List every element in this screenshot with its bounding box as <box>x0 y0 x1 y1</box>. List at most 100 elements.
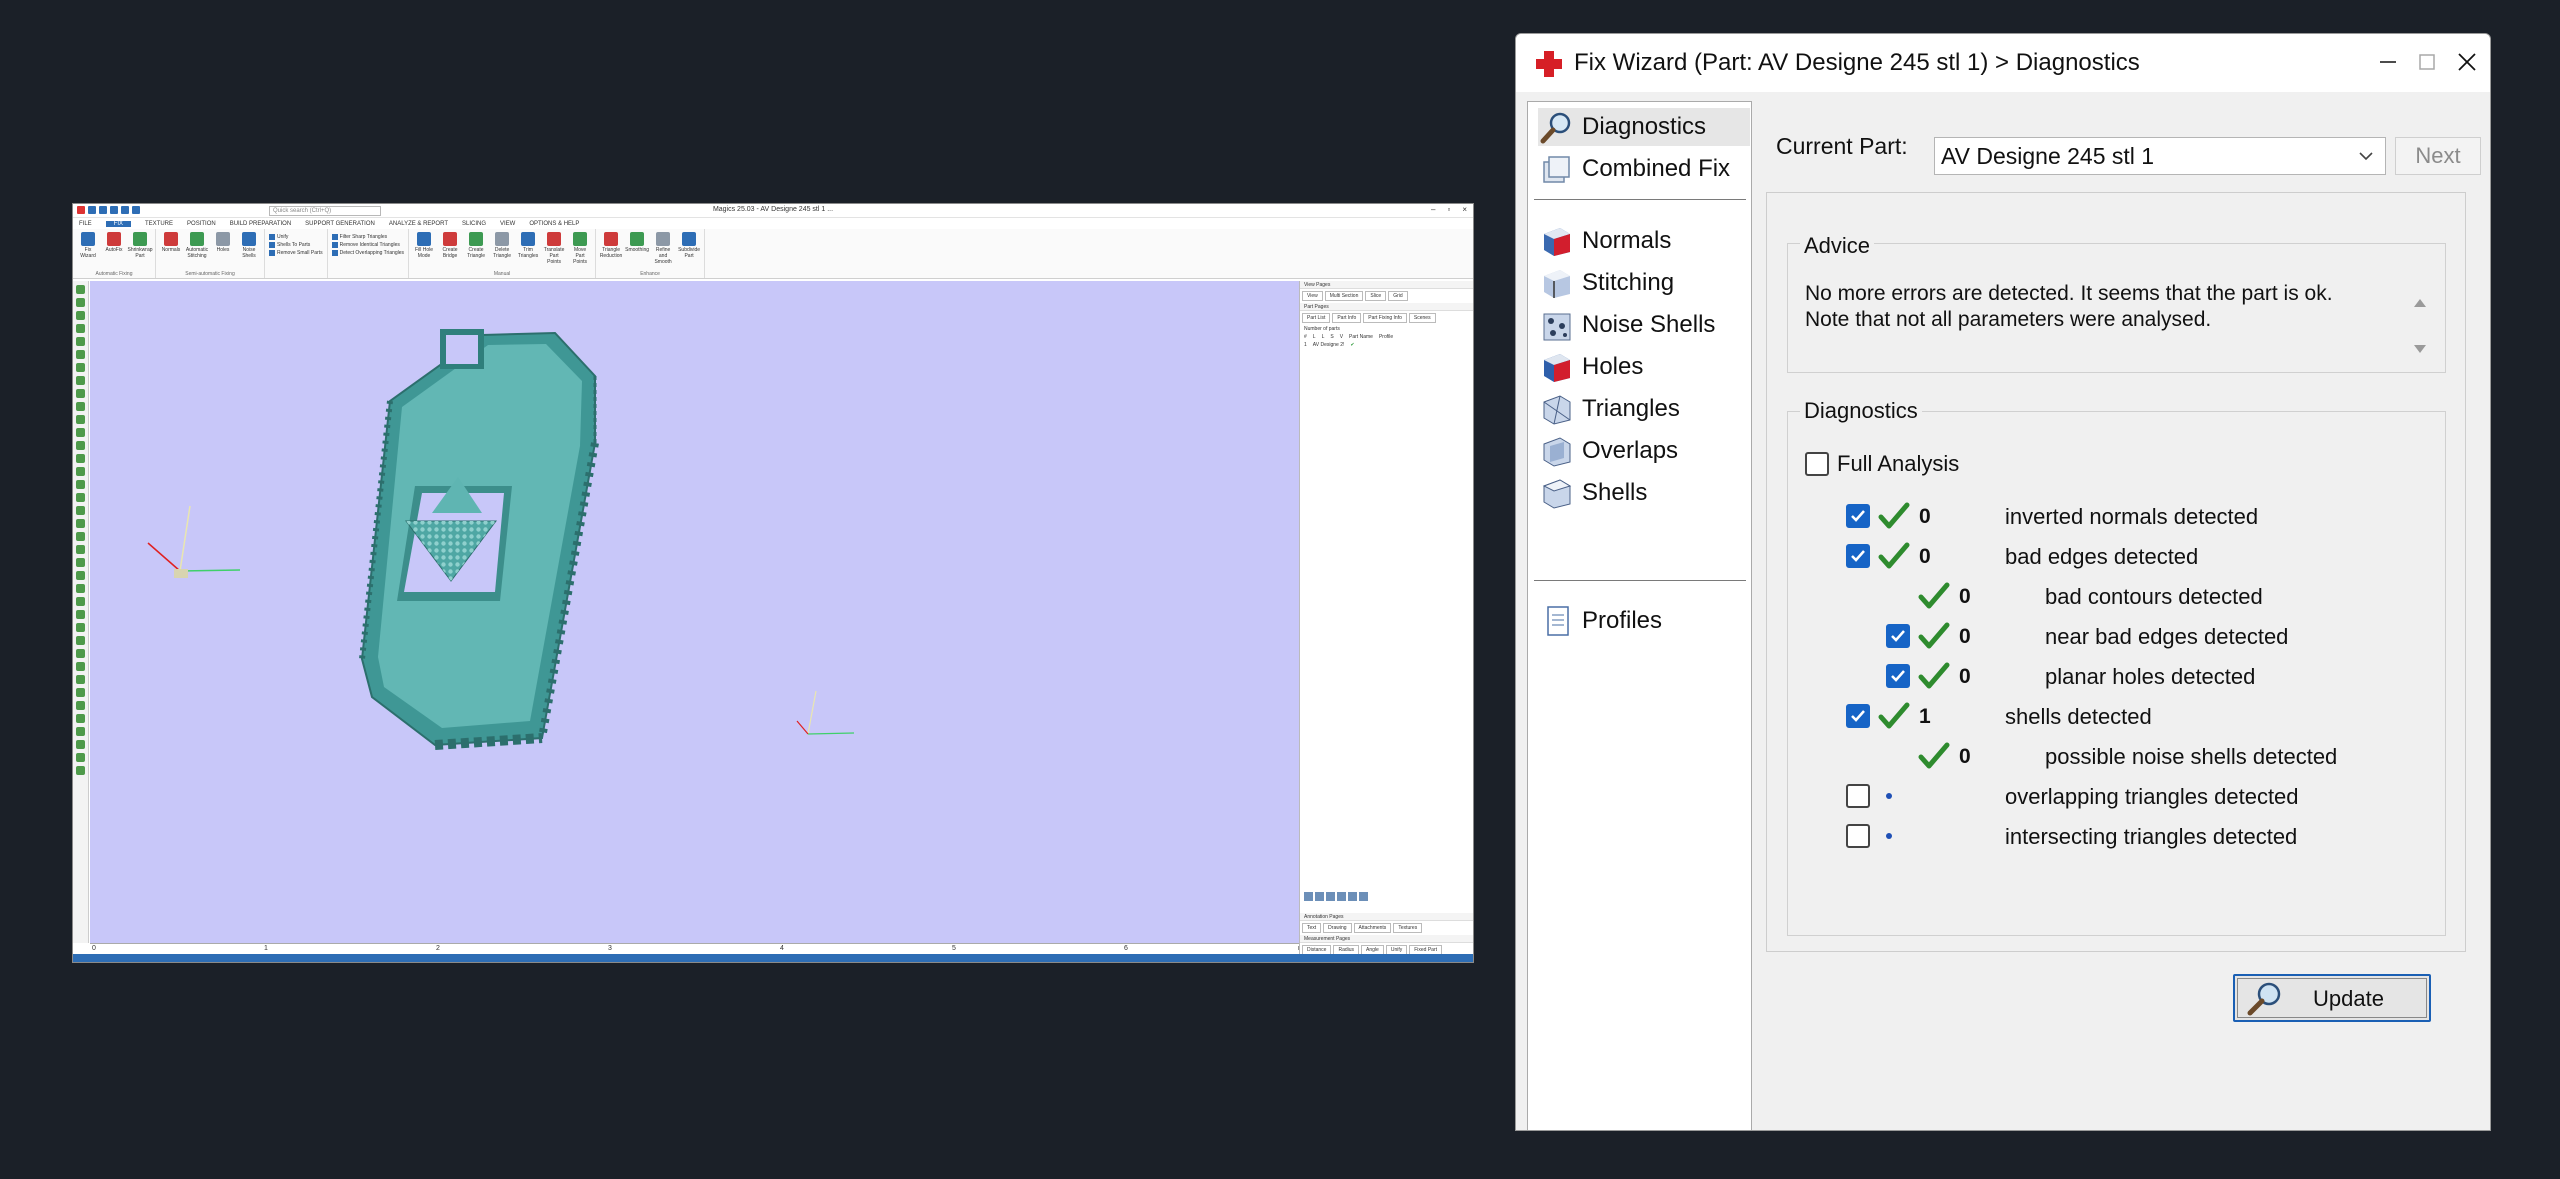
left-tool-icon[interactable] <box>76 623 85 632</box>
nav-item-normals[interactable]: Normals <box>1538 222 1750 260</box>
ribbon-tool[interactable]: Shrinkwrap Part <box>128 232 153 271</box>
panel-tab[interactable]: Multi Section <box>1324 291 1364 301</box>
ribbon-tool[interactable]: Refine and Smooth <box>652 232 674 271</box>
ribbon-tab[interactable]: VIEW <box>500 221 515 227</box>
panel-tab[interactable]: Grid <box>1388 291 1408 301</box>
left-tool-icon[interactable] <box>76 558 85 567</box>
panel-tab[interactable]: Text <box>1302 923 1322 933</box>
nav-item-combined-fix[interactable]: Combined Fix <box>1538 150 1750 188</box>
ribbon-small-tool[interactable]: Remove Identical Triangles <box>331 242 404 248</box>
column-header[interactable]: L <box>1313 334 1316 340</box>
ribbon-small-tool[interactable]: Remove Small Parts <box>269 250 323 256</box>
nav-item-triangles[interactable]: Triangles <box>1538 390 1750 428</box>
nav-item-noise-shells[interactable]: Noise Shells <box>1538 306 1750 344</box>
panel-tab[interactable]: Part Info <box>1332 313 1362 323</box>
left-tool-icon[interactable] <box>76 363 85 372</box>
left-tool-icon[interactable] <box>76 467 85 476</box>
left-tool-icon[interactable] <box>76 532 85 541</box>
left-tool-icon[interactable] <box>76 545 85 554</box>
column-header[interactable]: Profile <box>1379 334 1393 340</box>
maximize-button[interactable] <box>2407 44 2447 80</box>
left-tool-icon[interactable] <box>76 753 85 762</box>
ribbon-tab[interactable]: OPTIONS & HELP <box>529 221 579 227</box>
pendant-model[interactable] <box>359 329 599 750</box>
checkbox-icon[interactable] <box>1805 452 1829 476</box>
ribbon-small-tool[interactable]: Detect Overlapping Triangles <box>331 250 404 256</box>
ribbon-tab[interactable]: FILE <box>79 221 92 227</box>
panel-tool-icon[interactable] <box>1337 892 1346 901</box>
nav-item-diagnostics[interactable]: Diagnostics <box>1538 108 1750 146</box>
left-tool-icon[interactable] <box>76 350 85 359</box>
advice-scrollbar[interactable] <box>2407 279 2433 371</box>
ribbon-tool[interactable]: AutoFix <box>103 232 125 271</box>
left-tool-icon[interactable] <box>76 610 85 619</box>
annotation-pages-header[interactable]: Annotation Pages <box>1300 913 1473 921</box>
ribbon-tab[interactable]: ANALYZE & REPORT <box>389 221 448 227</box>
ribbon-tool[interactable]: Fill Hole Mode <box>413 232 435 271</box>
left-tool-icon[interactable] <box>76 389 85 398</box>
nav-item-profiles[interactable]: Profiles <box>1538 602 1750 640</box>
part-pages-header[interactable]: Part Pages <box>1300 303 1473 311</box>
left-tool-icon[interactable] <box>76 285 85 294</box>
3d-viewport[interactable] <box>90 281 1314 943</box>
checkbox-icon[interactable] <box>1846 504 1870 528</box>
ribbon-tool[interactable]: Subdivide Part <box>678 232 700 271</box>
left-tool-icon[interactable] <box>76 701 85 710</box>
left-tool-icon[interactable] <box>76 298 85 307</box>
ribbon-small-tool[interactable]: Shells To Parts <box>269 242 323 248</box>
full-analysis-checkbox[interactable]: Full Analysis <box>1805 451 1959 477</box>
panel-tab[interactable]: Scenes <box>1408 313 1436 323</box>
ribbon-tool[interactable]: Delete Triangle <box>491 232 513 271</box>
checkbox-icon[interactable] <box>1886 664 1910 688</box>
ribbon-tool[interactable]: Trim Triangles <box>517 232 539 271</box>
column-header[interactable]: V <box>1340 334 1343 340</box>
left-tool-icon[interactable] <box>76 727 85 736</box>
left-tool-icon[interactable] <box>76 493 85 502</box>
ribbon-tab[interactable]: BUILD PREPARATION <box>230 221 291 227</box>
left-tool-icon[interactable] <box>76 636 85 645</box>
ribbon-tab[interactable]: POSITION <box>187 221 216 227</box>
panel-tab[interactable]: Slice <box>1365 291 1387 301</box>
left-tool-icon[interactable] <box>76 311 85 320</box>
panel-tab[interactable]: Part Fixing Info <box>1363 313 1407 323</box>
left-tool-icon[interactable] <box>76 584 85 593</box>
panel-tool-icon[interactable] <box>1304 892 1313 901</box>
checkbox-icon[interactable] <box>1846 784 1870 808</box>
column-header[interactable]: Part Name <box>1349 334 1373 340</box>
panel-tool-icon[interactable] <box>1326 892 1335 901</box>
panel-tool-icon[interactable] <box>1315 892 1324 901</box>
current-part-select[interactable]: AV Designe 245 stl 1 <box>1934 137 2386 175</box>
ribbon-tool[interactable]: Create Triangle <box>465 232 487 271</box>
panel-tab[interactable]: Part List <box>1302 313 1331 323</box>
left-tool-icon[interactable] <box>76 740 85 749</box>
ribbon-tool[interactable]: Holes <box>212 232 234 271</box>
left-tool-icon[interactable] <box>76 766 85 775</box>
close-icon[interactable]: × <box>1462 205 1467 214</box>
minimize-button[interactable] <box>2368 44 2408 80</box>
panel-tab[interactable]: Drawing <box>1323 923 1352 933</box>
left-tool-icon[interactable] <box>76 324 85 333</box>
left-tool-icon[interactable] <box>76 714 85 723</box>
ribbon-tool[interactable]: Normals <box>160 232 182 271</box>
left-tool-icon[interactable] <box>76 415 85 424</box>
left-tool-icon[interactable] <box>76 506 85 515</box>
column-header[interactable]: S <box>1330 334 1333 340</box>
measurement-pages-header[interactable]: Measurement Pages <box>1300 935 1473 943</box>
ribbon-tab[interactable]: FIX <box>105 220 132 227</box>
nav-item-stitching[interactable]: Stitching <box>1538 264 1750 302</box>
nav-item-holes[interactable]: Holes <box>1538 348 1750 386</box>
left-tool-icon[interactable] <box>76 376 85 385</box>
panel-tab[interactable]: Attachments <box>1353 923 1392 933</box>
ribbon-tool[interactable]: Smoothing <box>625 232 649 271</box>
left-tool-icon[interactable] <box>76 454 85 463</box>
left-tool-icon[interactable] <box>76 337 85 346</box>
view-pages-header[interactable]: View Pages <box>1300 281 1473 289</box>
ribbon-tool[interactable]: Translate Part Points <box>543 232 565 271</box>
ribbon-tool[interactable]: Automatic Stitching <box>186 232 208 271</box>
minimize-icon[interactable]: – <box>1431 205 1435 214</box>
next-button[interactable]: Next <box>2395 137 2481 175</box>
left-tool-icon[interactable] <box>76 649 85 658</box>
left-tool-icon[interactable] <box>76 662 85 671</box>
panel-tab[interactable]: View <box>1302 291 1323 301</box>
update-button[interactable]: Update <box>2233 974 2431 1022</box>
